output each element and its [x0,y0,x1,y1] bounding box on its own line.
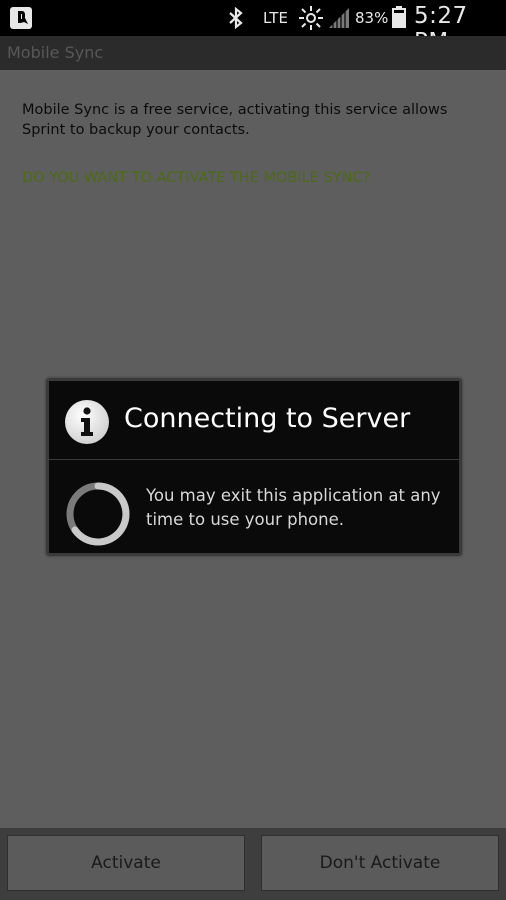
connecting-dialog: Connecting to Server You may exit this a… [47,379,461,555]
activate-button[interactable]: Activate [7,835,245,891]
dialog-message: You may exit this application at any tim… [146,486,441,529]
loading-spinner-icon [66,482,130,546]
activation-question: DO YOU WANT TO ACTIVATE THE MOBILE SYNC? [22,170,371,186]
service-description: Mobile Sync is a free service, activatin… [22,102,448,138]
battery-percent: 83% [355,9,389,27]
dont-activate-button[interactable]: Don't Activate [261,835,499,891]
app-title: Mobile Sync [7,43,104,62]
status-bar: LTE 83% 5:27 PM [0,0,506,55]
info-icon [65,400,109,444]
app-title-bar: Mobile Sync [0,36,506,70]
battery-icon [392,6,406,28]
bluetooth-icon [229,6,243,30]
dialog-title: Connecting to Server [124,403,411,434]
signal-icon [329,8,349,29]
network-type: LTE [263,9,288,27]
sprint-app-icon [10,7,32,29]
brightness-icon [299,6,323,30]
dialog-header: Connecting to Server [49,381,459,460]
bottom-button-bar: Activate Don't Activate [0,828,506,900]
